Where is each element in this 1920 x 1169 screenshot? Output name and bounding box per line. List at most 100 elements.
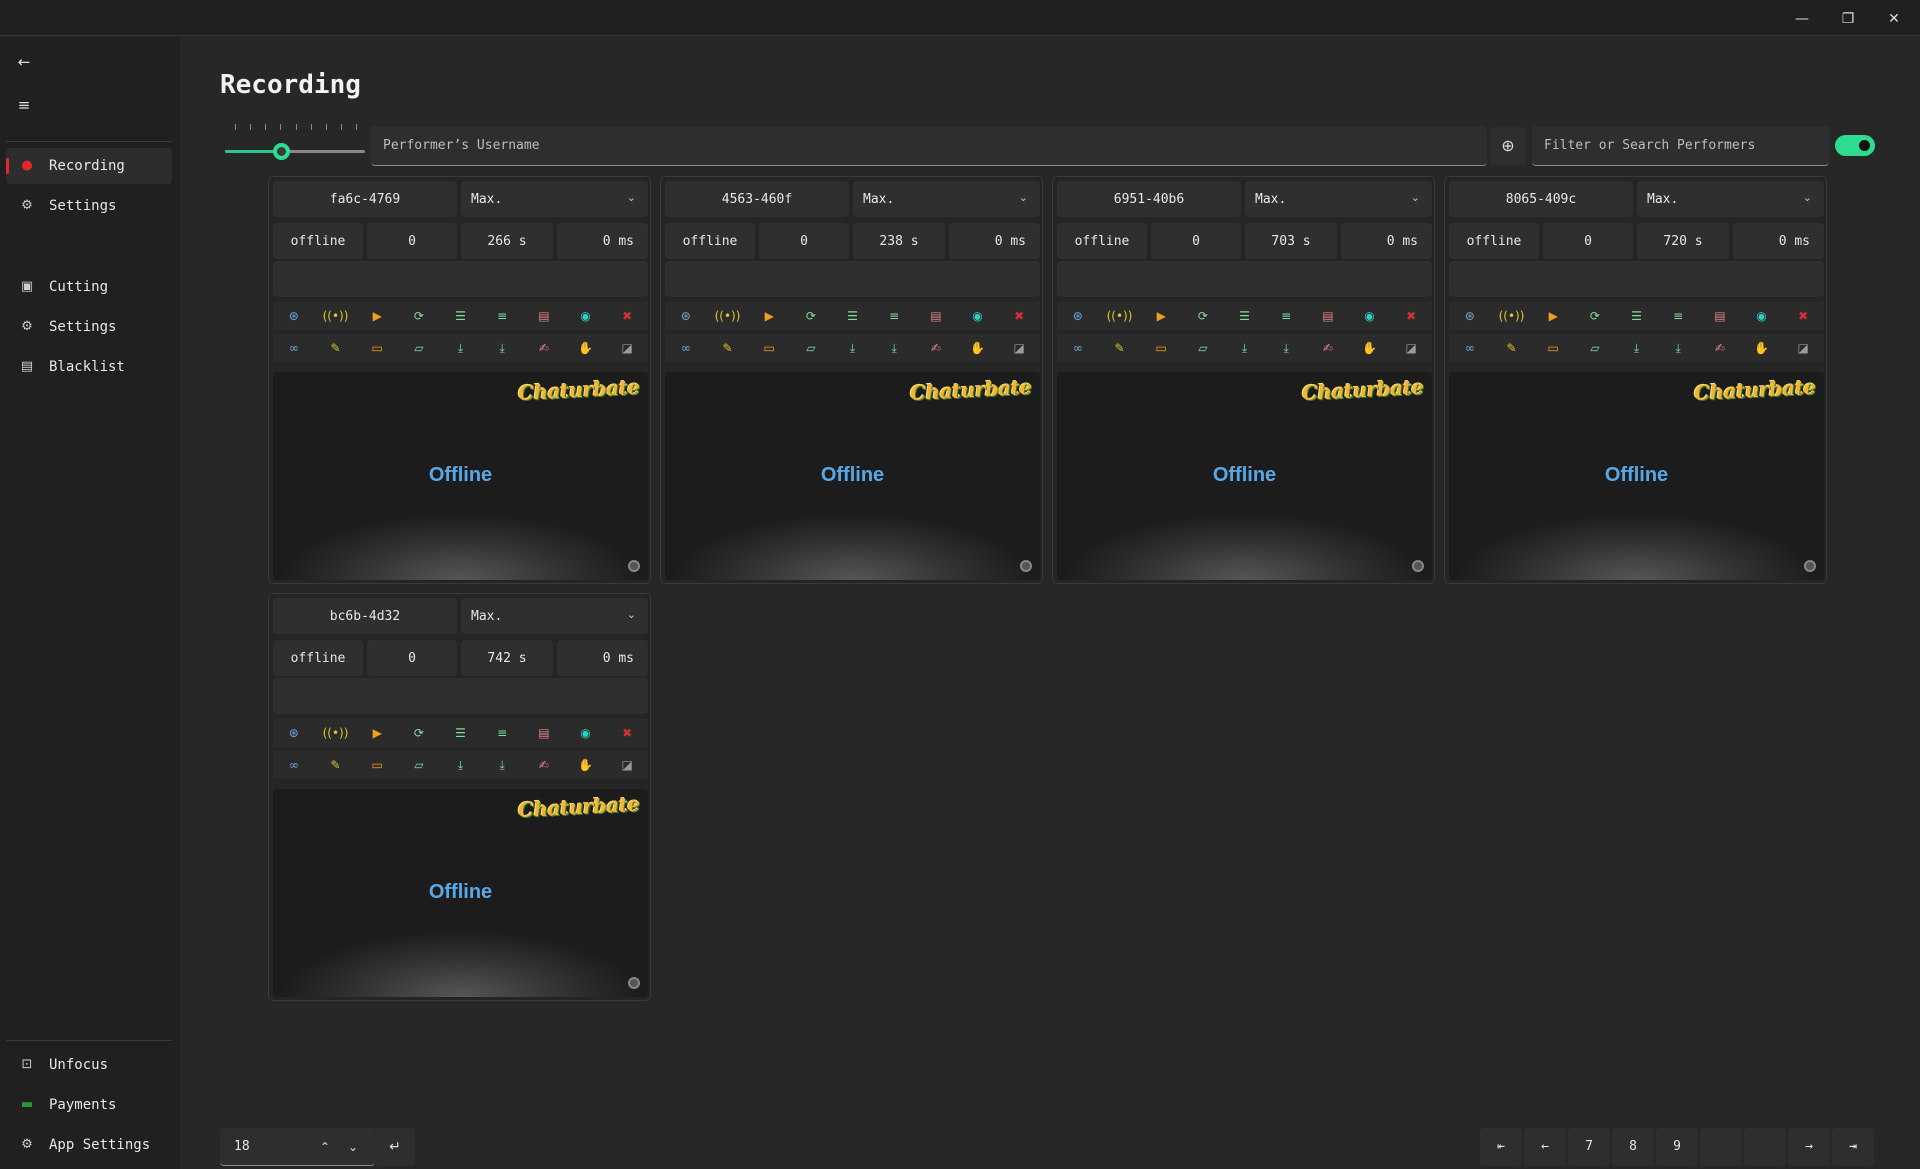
play-icon[interactable]: ▶ (748, 302, 790, 330)
sidebar-item-recording-settings[interactable]: ⚙ Settings (6, 188, 172, 224)
download-all-icon[interactable]: ⤓ (481, 751, 523, 779)
file-remove-icon[interactable]: ▤ (523, 302, 565, 330)
notes-field[interactable] (1449, 261, 1824, 297)
slider-thumb[interactable] (273, 143, 290, 160)
minimize-button[interactable]: — (1780, 6, 1824, 32)
play-icon[interactable]: ▶ (356, 719, 398, 747)
quality-select[interactable]: Max. ⌄ (853, 181, 1040, 217)
note-icon[interactable]: ✍ (523, 751, 565, 779)
file-remove-icon[interactable]: ▤ (1307, 302, 1349, 330)
wrench-icon[interactable]: ✎ (1491, 334, 1533, 362)
quality-select[interactable]: Max. ⌄ (1245, 181, 1432, 217)
folder-open-icon[interactable]: ▱ (1574, 334, 1616, 362)
infinity-icon[interactable]: ∞ (665, 334, 707, 362)
download-icon[interactable]: ⤓ (440, 334, 482, 362)
broadcast-icon[interactable]: ((•)) (1491, 302, 1533, 330)
performer-id[interactable]: bc6b-4d32 (273, 598, 457, 634)
wrench-icon[interactable]: ✎ (315, 334, 357, 362)
note-icon[interactable]: ✍ (1699, 334, 1741, 362)
play-icon[interactable]: ▶ (1532, 302, 1574, 330)
list-settings-icon[interactable]: ≡ (481, 719, 523, 747)
broadcast-icon[interactable]: ((•)) (707, 302, 749, 330)
infinity-icon[interactable]: ∞ (1057, 334, 1099, 362)
back-icon[interactable]: ← (12, 50, 36, 74)
performer-id[interactable]: fa6c-4769 (273, 181, 457, 217)
download-all-icon[interactable]: ⤓ (1657, 334, 1699, 362)
record-icon[interactable]: ◉ (1741, 302, 1783, 330)
page-button-8[interactable]: 8 (1612, 1128, 1654, 1166)
sidebar-item-cutting-settings[interactable]: ⚙ Settings (6, 309, 172, 345)
download-all-icon[interactable]: ⤓ (481, 334, 523, 362)
folder-open-icon[interactable]: ▱ (398, 751, 440, 779)
list-icon[interactable]: ☰ (1616, 302, 1658, 330)
broadcast-icon[interactable]: ((•)) (1099, 302, 1141, 330)
stream-preview[interactable]: Chaturbate Offline (1449, 372, 1824, 580)
add-performer-button[interactable]: ⊕ (1490, 127, 1526, 165)
page-button-empty[interactable] (1744, 1128, 1786, 1166)
sidebar-item-recording[interactable]: ● Recording (6, 148, 172, 184)
enter-button[interactable]: ↵ (375, 1128, 415, 1166)
first-page-button[interactable]: ⇤ (1480, 1128, 1522, 1166)
compass-icon[interactable]: ⊛ (1449, 302, 1491, 330)
list-settings-icon[interactable]: ≡ (481, 302, 523, 330)
file-refresh-icon[interactable]: ⟳ (398, 302, 440, 330)
notes-field[interactable] (273, 678, 648, 714)
record-icon[interactable]: ◉ (1349, 302, 1391, 330)
infinity-icon[interactable]: ∞ (273, 751, 315, 779)
notes-field[interactable] (273, 261, 648, 297)
hand-icon[interactable]: ✋ (1741, 334, 1783, 362)
sticky-note-icon[interactable]: ◪ (998, 334, 1040, 362)
page-button-empty[interactable] (1700, 1128, 1742, 1166)
hand-icon[interactable]: ✋ (1349, 334, 1391, 362)
wrench-icon[interactable]: ✎ (1099, 334, 1141, 362)
file-refresh-icon[interactable]: ⟳ (790, 302, 832, 330)
download-all-icon[interactable]: ⤓ (1265, 334, 1307, 362)
folder-icon[interactable]: ▭ (1532, 334, 1574, 362)
infinity-icon[interactable]: ∞ (273, 334, 315, 362)
wrench-icon[interactable]: ✎ (707, 334, 749, 362)
file-refresh-icon[interactable]: ⟳ (1182, 302, 1224, 330)
file-remove-icon[interactable]: ▤ (915, 302, 957, 330)
sticky-note-icon[interactable]: ◪ (1390, 334, 1432, 362)
note-icon[interactable]: ✍ (523, 334, 565, 362)
folder-icon[interactable]: ▭ (356, 334, 398, 362)
compass-icon[interactable]: ⊛ (665, 302, 707, 330)
filter-search-input[interactable]: Filter or Search Performers (1532, 126, 1829, 166)
quality-select[interactable]: Max. ⌄ (461, 598, 648, 634)
list-settings-icon[interactable]: ≡ (873, 302, 915, 330)
folder-icon[interactable]: ▭ (748, 334, 790, 362)
page-button-7[interactable]: 7 (1568, 1128, 1610, 1166)
download-icon[interactable]: ⤓ (832, 334, 874, 362)
last-page-button[interactable]: ⇥ (1832, 1128, 1874, 1166)
stream-preview[interactable]: Chaturbate Offline (1057, 372, 1432, 580)
file-remove-icon[interactable]: ▤ (1699, 302, 1741, 330)
wrench-icon[interactable]: ✎ (315, 751, 357, 779)
record-icon[interactable]: ◉ (957, 302, 999, 330)
performer-id[interactable]: 8065-409c (1449, 181, 1633, 217)
folder-open-icon[interactable]: ▱ (398, 334, 440, 362)
list-settings-icon[interactable]: ≡ (1265, 302, 1307, 330)
sticky-note-icon[interactable]: ◪ (606, 334, 648, 362)
list-icon[interactable]: ☰ (440, 302, 482, 330)
file-remove-icon[interactable]: ▤ (523, 719, 565, 747)
note-icon[interactable]: ✍ (915, 334, 957, 362)
compass-icon[interactable]: ⊛ (273, 302, 315, 330)
file-refresh-icon[interactable]: ⟳ (398, 719, 440, 747)
hand-icon[interactable]: ✋ (565, 751, 607, 779)
notes-field[interactable] (665, 261, 1040, 297)
hand-icon[interactable]: ✋ (565, 334, 607, 362)
performer-id[interactable]: 6951-40b6 (1057, 181, 1241, 217)
sidebar-item-cutting[interactable]: ▣ Cutting (6, 269, 172, 305)
note-icon[interactable]: ✍ (1307, 334, 1349, 362)
grid-size-slider[interactable] (225, 122, 367, 162)
folder-icon[interactable]: ▭ (1140, 334, 1182, 362)
sidebar-item-payments[interactable]: ▬ Payments (6, 1087, 172, 1123)
stream-preview[interactable]: Chaturbate Offline (273, 789, 648, 997)
infinity-icon[interactable]: ∞ (1449, 334, 1491, 362)
chevron-up-icon[interactable]: ⌃ (311, 1128, 339, 1166)
toggle-switch[interactable] (1835, 135, 1875, 156)
download-all-icon[interactable]: ⤓ (873, 334, 915, 362)
broadcast-icon[interactable]: ((•)) (315, 302, 357, 330)
file-refresh-icon[interactable]: ⟳ (1574, 302, 1616, 330)
username-input[interactable]: Performer’s Username (371, 126, 1487, 166)
